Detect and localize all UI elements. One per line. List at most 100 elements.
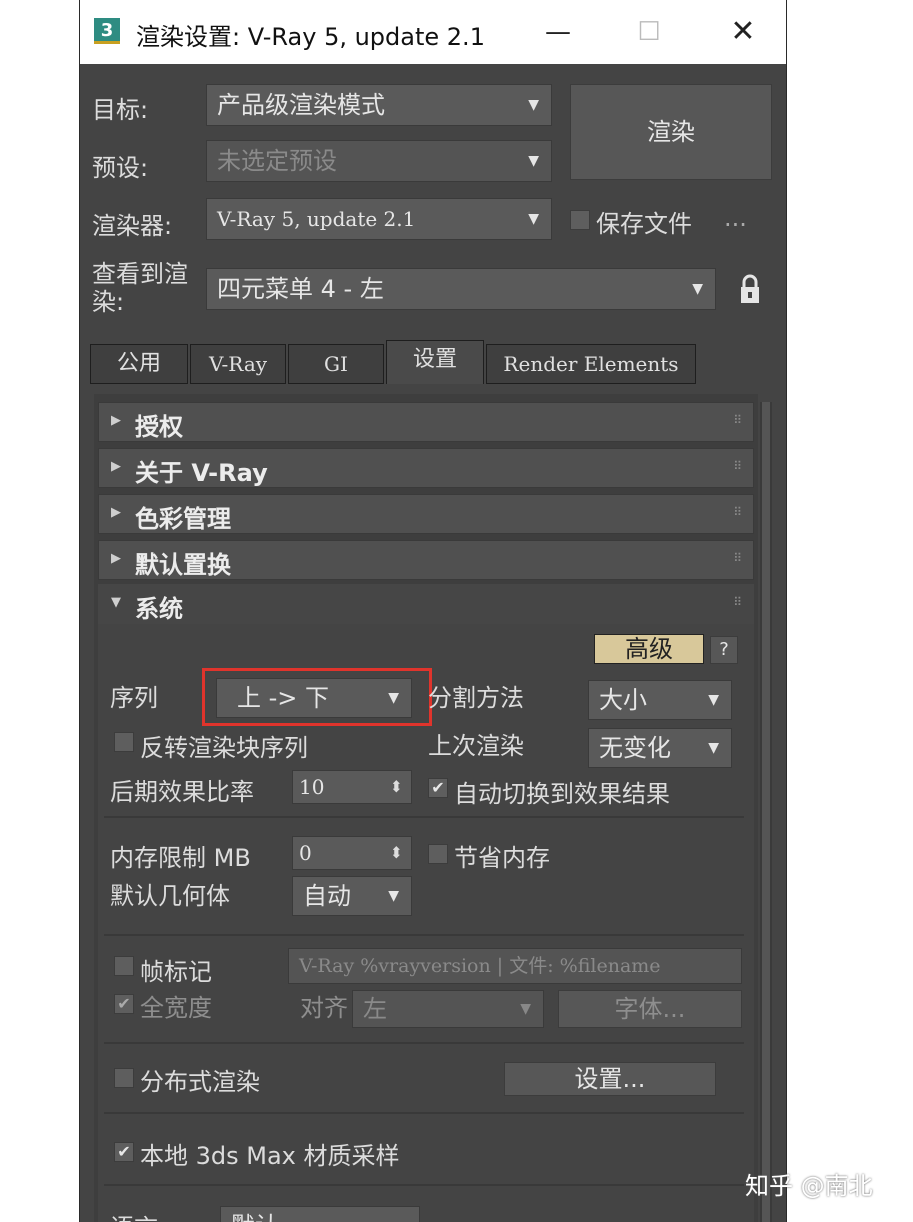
save-file-checkbox[interactable] bbox=[570, 210, 590, 230]
help-button[interactable]: ? bbox=[710, 636, 738, 664]
conserve-memory-label: 节省内存 bbox=[454, 844, 550, 872]
default-geometry-label: 默认几何体 bbox=[110, 882, 230, 910]
expand-triangle-icon: ▶ bbox=[111, 505, 121, 520]
post-effects-rate-value: 10 bbox=[299, 775, 325, 799]
maximize-button[interactable]: ☐ bbox=[626, 12, 672, 52]
preset-dropdown[interactable]: 未选定预设 ▼ bbox=[206, 140, 552, 182]
font-button[interactable]: 字体... bbox=[558, 990, 742, 1028]
grip-icon: ⠿ bbox=[733, 505, 742, 519]
expand-triangle-icon: ▶ bbox=[111, 459, 121, 474]
renderer-value: V-Ray 5, update 2.1 bbox=[217, 207, 416, 231]
language-label: 语言 bbox=[110, 1208, 158, 1222]
dropdown-arrow-icon: ▼ bbox=[528, 211, 539, 227]
scrollbar-thumb[interactable] bbox=[762, 402, 770, 1222]
divider bbox=[104, 1184, 744, 1186]
last-render-value: 无变化 bbox=[599, 734, 671, 762]
distributed-rendering-label: 分布式渲染 bbox=[140, 1068, 260, 1096]
collapse-triangle-icon: ▼ bbox=[111, 595, 121, 610]
title-bar: 3 渲染设置: V-Ray 5, update 2.1 — ☐ ✕ bbox=[80, 0, 786, 64]
full-width-label: 全宽度 bbox=[140, 994, 212, 1022]
memory-limit-spinner[interactable]: 0 ⬍ bbox=[292, 836, 412, 870]
tab-bar: 公用 V-Ray GI 设置 Render Elements bbox=[90, 340, 780, 386]
split-method-value: 大小 bbox=[599, 686, 647, 714]
rollout-title: 色彩管理 bbox=[135, 505, 231, 533]
frame-stamp-text-field[interactable]: V-Ray %vrayversion | 文件: %filename bbox=[288, 948, 742, 984]
memory-limit-label: 内存限制 MB bbox=[110, 844, 251, 872]
dropdown-arrow-icon: ▼ bbox=[708, 740, 719, 756]
distributed-settings-button[interactable]: 设置... bbox=[504, 1062, 716, 1096]
tab-common[interactable]: 公用 bbox=[90, 344, 188, 384]
default-geometry-dropdown[interactable]: 自动 ▼ bbox=[292, 876, 412, 916]
close-button[interactable]: ✕ bbox=[720, 12, 766, 52]
rollout-system[interactable]: ▼ 系统 ⠿ bbox=[98, 584, 754, 624]
tab-vray[interactable]: V-Ray bbox=[190, 344, 286, 384]
dropdown-arrow-icon: ▼ bbox=[692, 281, 703, 297]
view-to-render-label: 查看到渲 染: bbox=[92, 260, 188, 316]
3ds-max-app-icon: 3 bbox=[94, 18, 120, 44]
divider bbox=[104, 816, 744, 818]
frame-stamp-label: 帧标记 bbox=[140, 958, 212, 986]
rollout-license[interactable]: ▶ 授权 ⠿ bbox=[98, 402, 754, 442]
grip-icon: ⠿ bbox=[733, 413, 742, 427]
full-width-checkbox[interactable]: ✔ bbox=[114, 994, 134, 1014]
conserve-memory-checkbox[interactable] bbox=[428, 844, 448, 864]
advanced-button[interactable]: 高级 bbox=[594, 634, 704, 664]
window-title: 渲染设置: V-Ray 5, update 2.1 bbox=[136, 23, 485, 51]
align-value: 左 bbox=[363, 995, 387, 1023]
divider bbox=[104, 934, 744, 936]
post-effects-rate-label: 后期效果比率 bbox=[110, 778, 254, 806]
dropdown-arrow-icon: ▼ bbox=[528, 97, 539, 113]
reverse-sequence-checkbox[interactable] bbox=[114, 732, 134, 752]
distributed-rendering-checkbox[interactable] bbox=[114, 1068, 134, 1088]
auto-switch-checkbox[interactable]: ✔ bbox=[428, 778, 448, 798]
split-method-dropdown[interactable]: 大小 ▼ bbox=[588, 680, 732, 720]
dropdown-arrow-icon: ▼ bbox=[708, 692, 719, 708]
language-value: 默认 bbox=[231, 1212, 279, 1222]
renderer-label: 渲染器: bbox=[92, 212, 173, 240]
target-value: 产品级渲染模式 bbox=[217, 91, 385, 119]
rollout-title: 系统 bbox=[135, 595, 183, 623]
highlight-box bbox=[202, 668, 432, 726]
rollout-title: 默认置换 bbox=[135, 551, 231, 579]
expand-triangle-icon: ▶ bbox=[111, 551, 121, 566]
renderer-dropdown[interactable]: V-Ray 5, update 2.1 ▼ bbox=[206, 198, 552, 240]
grip-icon: ⠿ bbox=[733, 595, 742, 609]
default-geometry-value: 自动 bbox=[303, 882, 351, 910]
last-render-label: 上次渲染 bbox=[428, 732, 524, 760]
divider bbox=[104, 1042, 744, 1044]
render-settings-body: 目标: 产品级渲染模式 ▼ 预设: 未选定预设 ▼ 渲染 渲染器: V-Ray … bbox=[80, 64, 786, 1222]
rollout-default-displacement[interactable]: ▶ 默认置换 ⠿ bbox=[98, 540, 754, 580]
spinner-arrows-icon: ⬍ bbox=[389, 843, 403, 862]
frame-stamp-checkbox[interactable] bbox=[114, 956, 134, 976]
expand-triangle-icon: ▶ bbox=[111, 413, 121, 428]
divider bbox=[104, 1112, 744, 1114]
local-material-sampling-label: 本地 3ds Max 材质采样 bbox=[140, 1142, 400, 1170]
render-button[interactable]: 渲染 bbox=[570, 84, 772, 180]
preset-value: 未选定预设 bbox=[217, 147, 337, 175]
rollout-about-vray[interactable]: ▶ 关于 V-Ray ⠿ bbox=[98, 448, 754, 488]
tab-gi[interactable]: GI bbox=[288, 344, 384, 384]
save-file-browse-button[interactable]: ... bbox=[724, 204, 747, 232]
language-dropdown[interactable]: 默认 bbox=[220, 1206, 420, 1222]
minimize-button[interactable]: — bbox=[535, 12, 581, 52]
align-dropdown[interactable]: 左 ▼ bbox=[352, 990, 544, 1028]
watermark: 知乎 @南北 bbox=[745, 1172, 873, 1200]
tab-settings[interactable]: 设置 bbox=[386, 340, 484, 384]
view-to-render-dropdown[interactable]: 四元菜单 4 - 左 ▼ bbox=[206, 268, 716, 310]
view-to-render-value: 四元菜单 4 - 左 bbox=[217, 275, 384, 303]
sequence-label: 序列 bbox=[110, 684, 158, 712]
dropdown-arrow-icon: ▼ bbox=[388, 888, 399, 904]
panel-scrollbar[interactable] bbox=[760, 402, 772, 1222]
rollout-color-management[interactable]: ▶ 色彩管理 ⠿ bbox=[98, 494, 754, 534]
tab-render-elements[interactable]: Render Elements bbox=[486, 344, 696, 384]
last-render-dropdown[interactable]: 无变化 ▼ bbox=[588, 728, 732, 768]
rollout-title: 授权 bbox=[135, 413, 183, 441]
preset-label: 预设: bbox=[92, 154, 149, 182]
dropdown-arrow-icon: ▼ bbox=[528, 153, 539, 169]
post-effects-rate-spinner[interactable]: 10 ⬍ bbox=[292, 770, 412, 804]
local-material-sampling-checkbox[interactable]: ✔ bbox=[114, 1142, 134, 1162]
spinner-arrows-icon: ⬍ bbox=[389, 777, 403, 796]
target-dropdown[interactable]: 产品级渲染模式 ▼ bbox=[206, 84, 552, 126]
lock-icon[interactable] bbox=[736, 272, 764, 308]
grip-icon: ⠿ bbox=[733, 459, 742, 473]
